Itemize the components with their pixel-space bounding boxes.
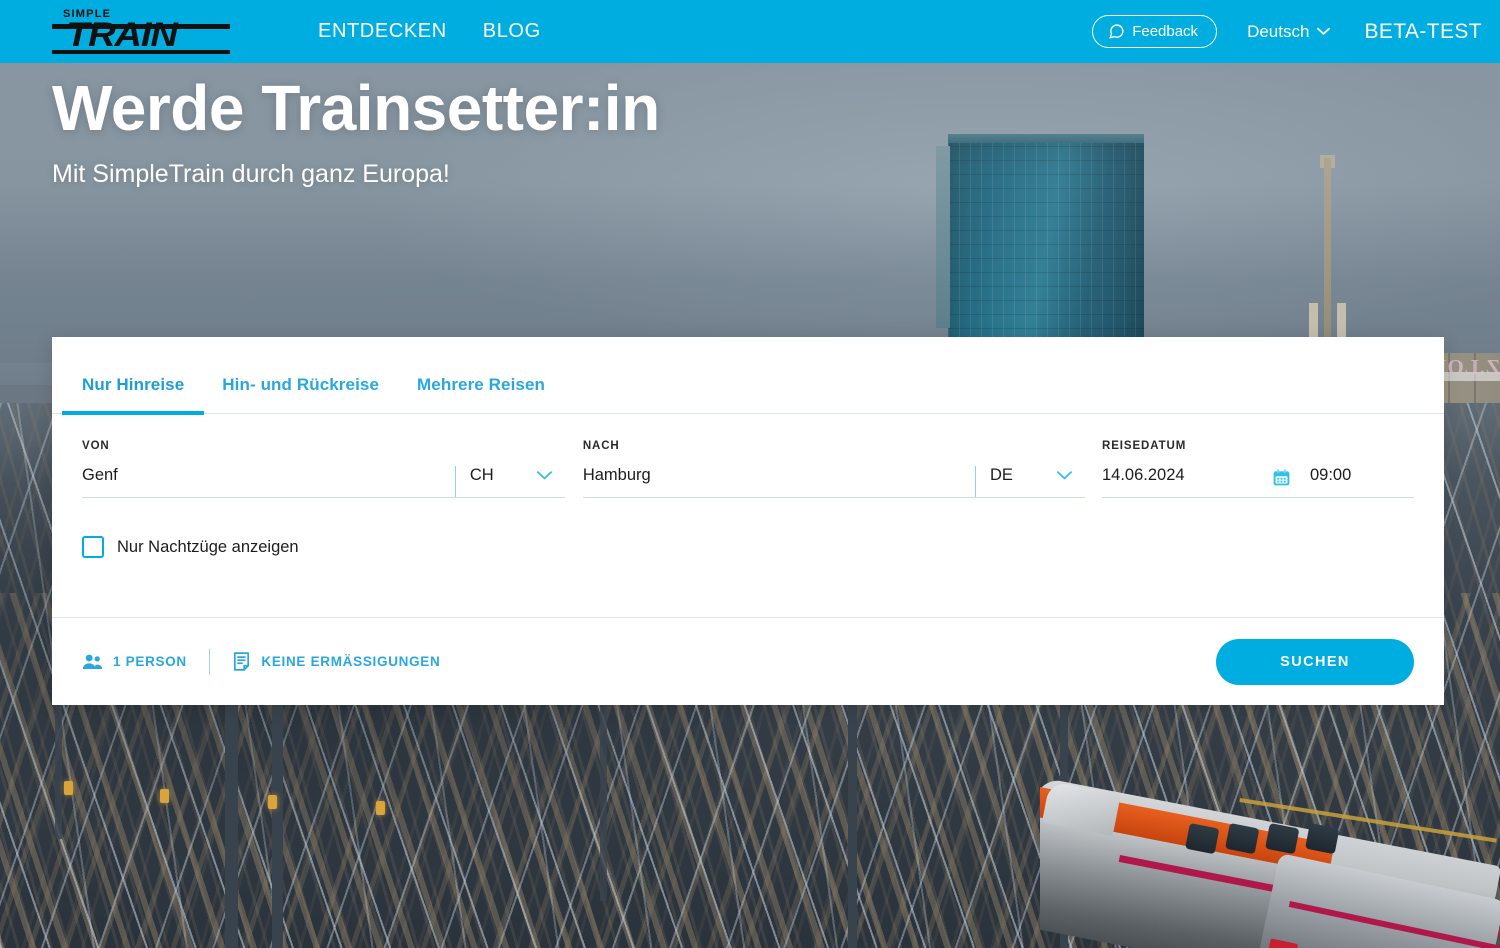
tab-mehrere-reisen[interactable]: Mehrere Reisen [417,375,545,413]
to-field-row: DE [583,466,1085,498]
search-panel: Nur Hinreise Hin- und Rückreise Mehrere … [52,337,1444,705]
train-window [1185,823,1219,854]
main-navigation: ENTDECKEN BLOG [318,0,541,63]
date-label: REISEDATUM [1102,440,1414,452]
search-button[interactable]: SUCHEN [1216,639,1414,685]
rail-signal-light [64,781,73,795]
tab-hin-und-rueckreise[interactable]: Hin- und Rückreise [222,375,379,413]
search-footer: 1 PERSON KEINE ERMÄSSIGUNGEN SUCHEN [52,618,1444,705]
page-root: Z.LOИEU.Ƨ [0,0,1500,948]
nav-entdecken[interactable]: ENTDECKEN [318,20,447,43]
site-header: SIMPLE TRAIN ENTDECKEN BLOG Feedback Deu… [0,0,1500,63]
page-subtitle: Mit SimpleTrain durch ganz Europa! [52,160,660,189]
from-station-input[interactable] [82,466,455,497]
to-station-input[interactable] [583,466,975,497]
from-label: VON [82,440,565,452]
travel-time-value: 09:00 [1310,466,1351,484]
travel-time-picker[interactable]: 09:00 [1292,466,1414,498]
discount-selector[interactable]: KEINE ERMÄSSIGUNGEN [232,651,440,672]
antenna-panel [1337,303,1346,339]
chevron-down-icon [536,470,553,481]
nav-blog[interactable]: BLOG [483,20,541,43]
rail-signal-light [268,795,277,809]
rail-signal-light [160,789,169,803]
beta-test-link[interactable]: BETA-TEST [1364,20,1482,44]
to-country-select[interactable]: DE [975,466,1085,497]
search-fields: VON CH NACH DE [52,414,1444,498]
antenna-panel [1309,303,1318,339]
discount-label: KEINE ERMÄSSIGUNGEN [261,654,440,669]
document-icon [232,651,251,672]
date-field-row: 14.06.2024 [1102,466,1414,498]
from-country-select[interactable]: CH [455,466,565,497]
night-trains-label: Nur Nachtzüge anzeigen [117,538,299,557]
simpletrain-logo[interactable]: SIMPLE TRAIN [52,8,230,54]
train-window [1305,823,1339,854]
hero-text-block: Werde Trainsetter:in Mit SimpleTrain dur… [52,75,660,189]
speech-bubble-icon [1108,23,1125,40]
tab-nur-hinreise[interactable]: Nur Hinreise [82,375,184,413]
from-field-group: VON CH [82,440,565,498]
rail-signal-light [376,801,385,815]
travel-date-picker[interactable]: 14.06.2024 [1102,466,1292,498]
from-field-row: CH [82,466,565,498]
logo-train-text: TRAIN [66,18,177,52]
train-window [1225,823,1259,854]
date-field-group: REISEDATUM 14.06.2024 [1102,440,1414,498]
chevron-down-icon [1056,470,1073,481]
page-title: Werde Trainsetter:in [52,75,660,142]
from-country-code: CH [470,466,494,485]
language-selector[interactable]: Deutsch [1247,22,1330,42]
feedback-button[interactable]: Feedback [1092,15,1217,48]
to-field-group: NACH DE [583,440,1085,498]
night-trains-row: Nur Nachtzüge anzeigen [52,498,1444,558]
travel-date-value: 14.06.2024 [1102,466,1185,488]
to-country-code: DE [990,466,1013,485]
language-label: Deutsch [1247,22,1309,42]
train-window [1265,823,1299,854]
feedback-label: Feedback [1132,23,1198,40]
people-icon [82,653,103,671]
to-label: NACH [583,440,1085,452]
trip-type-tabs: Nur Hinreise Hin- und Rückreise Mehrere … [52,337,1444,414]
passenger-count-label: 1 PERSON [113,654,187,669]
night-trains-checkbox[interactable] [82,536,104,558]
passenger-selector[interactable]: 1 PERSON [82,653,187,671]
footer-divider [209,649,211,675]
header-right-group: Feedback Deutsch BETA-TEST [1092,0,1482,63]
chevron-down-icon [1317,27,1330,36]
calendar-icon[interactable] [1271,467,1292,488]
sky-haze [0,183,1500,363]
tower-side-fin [936,146,950,328]
